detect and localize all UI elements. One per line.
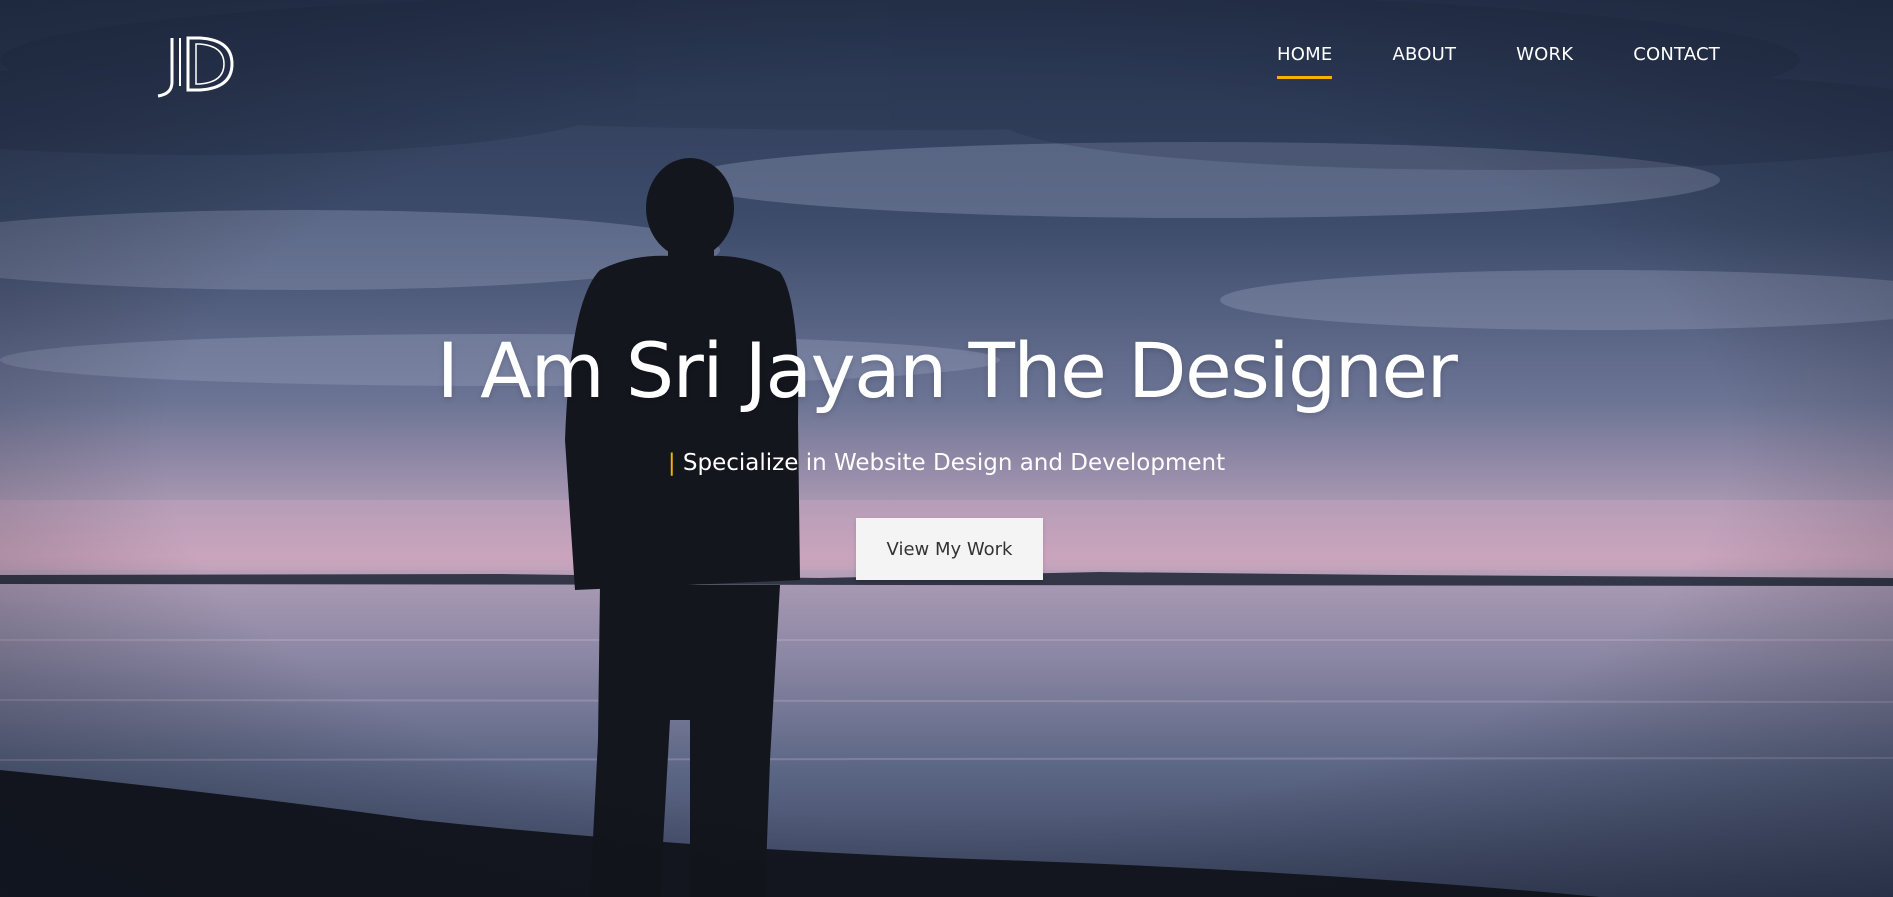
site-logo[interactable] bbox=[150, 34, 240, 98]
active-nav-indicator bbox=[1277, 76, 1333, 79]
nav-item-label: HOME bbox=[1277, 44, 1333, 65]
hero-subtitle-text: Specialize in Website Design and Develop… bbox=[682, 450, 1226, 476]
jd-monogram-icon bbox=[157, 36, 234, 98]
view-my-work-button[interactable]: View My Work bbox=[856, 518, 1043, 580]
hero-subtitle: | Specialize in Website Design and Devel… bbox=[0, 448, 1893, 478]
main-navigation: HOME ABOUT WORK CONTACT bbox=[1277, 44, 1720, 79]
nav-item-work[interactable]: WORK bbox=[1516, 44, 1573, 79]
hero-title: I Am Sri Jayan The Designer bbox=[436, 326, 1458, 415]
nav-item-label: CONTACT bbox=[1633, 44, 1720, 65]
nav-item-contact[interactable]: CONTACT bbox=[1633, 44, 1720, 79]
hero-section: HOME ABOUT WORK CONTACT I Am Sri Jayan T… bbox=[0, 0, 1893, 897]
nav-item-home[interactable]: HOME bbox=[1277, 44, 1333, 79]
nav-item-label: ABOUT bbox=[1392, 44, 1457, 65]
subtitle-accent-bar: | bbox=[667, 450, 676, 476]
nav-item-about[interactable]: ABOUT bbox=[1392, 44, 1456, 79]
nav-item-label: WORK bbox=[1516, 44, 1574, 65]
